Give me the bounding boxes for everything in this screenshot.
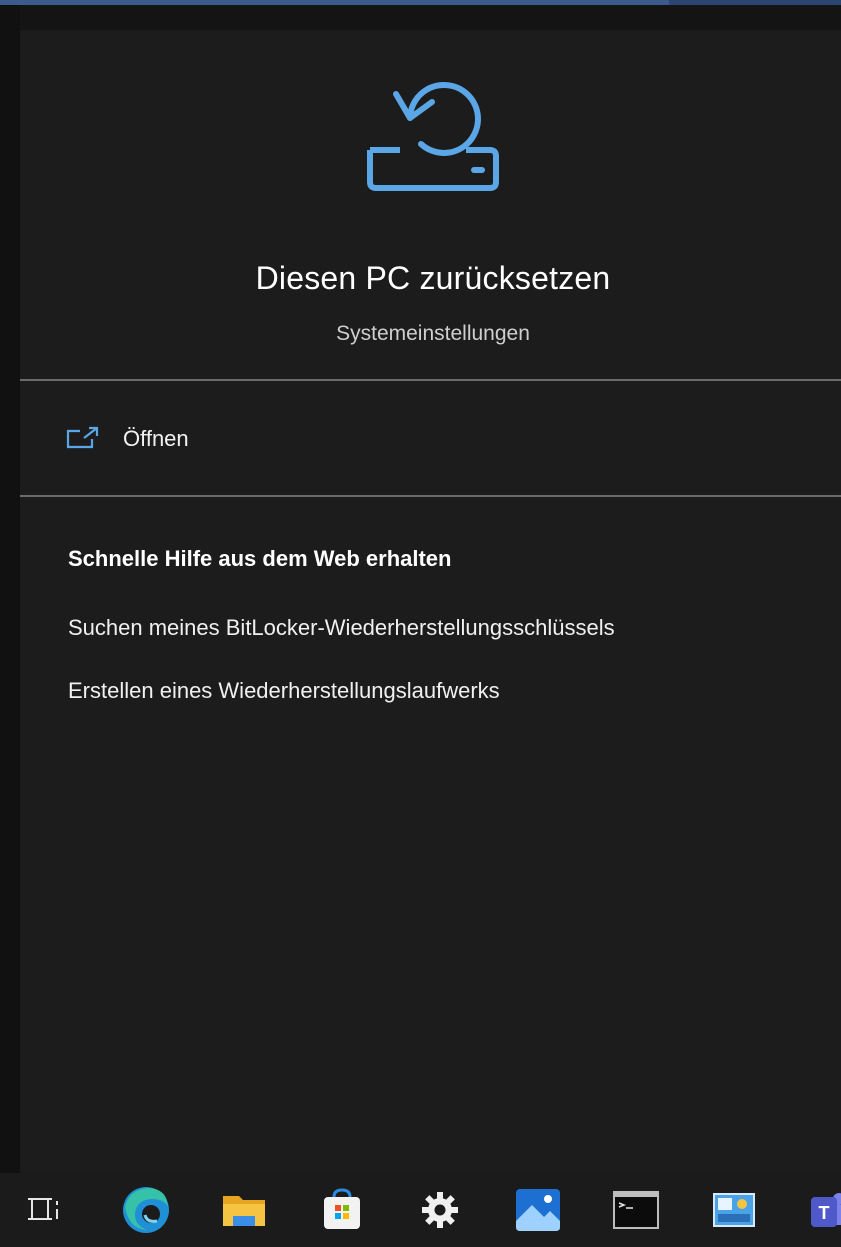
teams-button[interactable]: T — [796, 1173, 841, 1247]
svg-text:T: T — [819, 1203, 830, 1223]
settings-gear-icon — [422, 1192, 458, 1228]
help-link-bitlocker[interactable]: Suchen meines BitLocker-Wiederherstellun… — [68, 615, 615, 641]
page-title: Diesen PC zurücksetzen — [255, 260, 611, 296]
reset-pc-icon — [367, 81, 499, 191]
control-panel-button[interactable] — [704, 1173, 764, 1247]
photos-icon — [516, 1189, 560, 1231]
open-label: Öffnen — [123, 426, 189, 451]
open-external-icon — [66, 426, 99, 449]
divider — [20, 495, 841, 497]
control-panel-icon — [713, 1193, 755, 1227]
photos-button[interactable] — [508, 1173, 568, 1247]
page-subtitle: Systemeinstellungen — [336, 322, 530, 345]
edge-button[interactable] — [116, 1173, 176, 1247]
search-result-panel: Diesen PC zurücksetzen Systemeinstellung… — [20, 30, 841, 1173]
task-view-button[interactable] — [14, 1173, 74, 1247]
file-explorer-button[interactable] — [214, 1173, 274, 1247]
background-strip — [0, 5, 20, 1173]
microsoft-store-button[interactable] — [312, 1173, 372, 1247]
help-heading: Schnelle Hilfe aus dem Web erhalten — [68, 546, 452, 571]
help-link-recovery-drive[interactable]: Erstellen eines Wiederherstellungslaufwe… — [68, 678, 500, 704]
terminal-button[interactable] — [606, 1173, 666, 1247]
open-button[interactable]: Öffnen — [20, 414, 841, 468]
terminal-icon — [613, 1191, 659, 1229]
window-top-border-segment — [669, 0, 841, 5]
teams-icon: T — [811, 1193, 841, 1227]
task-view-icon — [28, 1198, 58, 1220]
file-explorer-icon — [223, 1196, 265, 1226]
window-top-border — [0, 0, 841, 5]
divider — [20, 379, 841, 381]
settings-button[interactable] — [410, 1173, 470, 1247]
taskbar: T — [0, 1173, 841, 1247]
microsoft-store-icon — [324, 1188, 360, 1229]
edge-icon — [123, 1187, 169, 1233]
